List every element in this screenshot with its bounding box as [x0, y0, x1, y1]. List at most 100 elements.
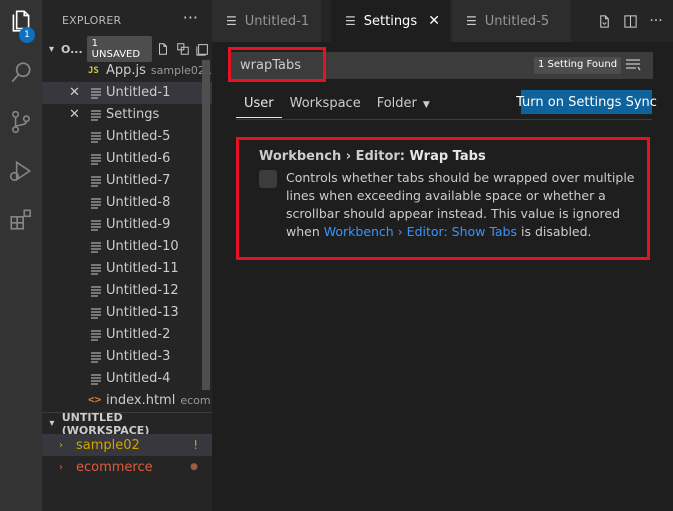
folder-tab-label: Folder — [376, 96, 417, 111]
more-actions-icon[interactable]: ··· — [647, 12, 665, 30]
file-name: Untitled-5 — [106, 129, 170, 144]
file-name: App.jssample02 ... — [106, 63, 212, 78]
file-label: Untitled-1 — [106, 85, 171, 100]
open-editor-item[interactable]: ✕ Settings — [42, 104, 212, 126]
open-settings-json-icon[interactable] — [595, 12, 613, 30]
modified-dot-icon: ● — [190, 462, 198, 472]
settings-scope-tabs: User Workspace Folder ▼ — [236, 92, 438, 118]
close-icon[interactable]: ✕ — [69, 85, 80, 100]
open-editor-item[interactable]: ✕ Untitled-1 — [42, 82, 212, 104]
file-lines-icon — [90, 263, 102, 275]
open-editor-item[interactable]: Untitled-13 — [42, 302, 212, 324]
source-control-icon[interactable] — [0, 101, 42, 143]
warning-mark: ! — [193, 438, 198, 452]
sidebar-scrollbar[interactable] — [202, 60, 210, 390]
open-editors-label: O... — [61, 42, 83, 56]
activity-bar: 1 — [0, 0, 42, 511]
explorer-sidebar: EXPLORER ··· ▾ O... 1 UNSAVED JS App.js sa… — [42, 0, 212, 511]
open-editor-item[interactable]: Untitled-2 — [42, 324, 212, 346]
open-editor-item[interactable]: Untitled-7 — [42, 170, 212, 192]
workspace-folder-ecommerce[interactable]: › ecommerce ● — [42, 456, 212, 478]
tab-untitled-5[interactable]: ☰ Untitled-5 — [452, 0, 572, 42]
chevron-down-icon: ▾ — [48, 43, 55, 55]
tab-workspace[interactable]: Workspace — [282, 92, 369, 118]
open-editor-item[interactable]: JS App.jssample02 ... — [42, 60, 212, 82]
new-untitled-file-icon[interactable] — [155, 40, 172, 58]
open-editors-header[interactable]: ▾ O... 1 UNSAVED — [42, 36, 212, 62]
divider — [236, 119, 652, 120]
file-lines-icon — [90, 219, 102, 231]
html-file-icon: <> — [88, 393, 102, 406]
open-editor-item[interactable]: <> index.html ecom... — [42, 390, 212, 412]
open-editor-item[interactable]: Untitled-6 — [42, 148, 212, 170]
file-label: App.js — [106, 63, 146, 78]
close-icon[interactable]: ✕ — [428, 13, 440, 29]
open-editor-item[interactable]: Untitled-9 — [42, 214, 212, 236]
filter-icon[interactable] — [625, 58, 641, 72]
unsaved-badge: 1 UNSAVED — [86, 36, 152, 62]
more-actions-button[interactable]: ··· — [183, 8, 198, 27]
turn-on-sync-button[interactable]: Turn on Settings Sync — [516, 90, 657, 114]
extensions-icon[interactable] — [0, 198, 42, 240]
open-editor-item[interactable]: Untitled-3 — [42, 346, 212, 368]
split-editor-icon[interactable] — [621, 12, 639, 30]
file-label: Untitled-6 — [106, 151, 171, 166]
setting-highlight-box — [236, 137, 650, 260]
file-lines-icon — [90, 329, 102, 341]
tab-user[interactable]: User — [236, 92, 282, 118]
settings-lines-icon: ☰ — [345, 14, 356, 28]
file-name: Settings — [106, 107, 159, 122]
open-editor-item[interactable]: Untitled-12 — [42, 280, 212, 302]
editor-tab-bar: ☰ Untitled-1 ☰ Settings ✕ ☰ Untitled-5 ·… — [212, 0, 673, 42]
settings-found-badge: 1 Setting Found — [534, 57, 622, 74]
file-name: Untitled-12 — [106, 283, 179, 298]
tab-settings[interactable]: ☰ Settings ✕ — [331, 0, 451, 42]
file-name: Untitled-1 — [106, 85, 170, 100]
editor-actions: ··· — [595, 0, 673, 42]
file-label: Untitled-2 — [106, 327, 171, 342]
explorer-badge: 1 — [19, 27, 35, 43]
file-label: Untitled-11 — [106, 261, 179, 276]
open-editor-item[interactable]: Untitled-4 — [42, 368, 212, 390]
workspace-header[interactable]: ▾ UNTITLED (WORKSPACE) — [42, 410, 212, 437]
file-label: Untitled-12 — [106, 283, 179, 298]
file-lines-icon — [90, 131, 102, 143]
file-name: Untitled-13 — [106, 305, 179, 320]
chevron-down-icon: ▾ — [49, 418, 55, 429]
file-lines-icon: ☰ — [226, 14, 237, 28]
file-label: index.html — [106, 393, 176, 408]
workspace-folder-sample02[interactable]: › sample02 ! — [42, 434, 212, 456]
file-label: Untitled-5 — [106, 129, 171, 144]
tab-untitled-1[interactable]: ☰ Untitled-1 — [212, 0, 322, 42]
open-editor-item[interactable]: Untitled-8 — [42, 192, 212, 214]
file-lines-icon — [90, 285, 102, 297]
save-all-icon[interactable] — [175, 40, 192, 58]
workspace-label: UNTITLED (WORKSPACE) — [61, 410, 150, 437]
tab-label: Settings — [363, 13, 418, 29]
file-lines-icon — [90, 109, 102, 121]
run-debug-icon[interactable] — [0, 150, 42, 192]
chevron-right-icon: › — [59, 461, 63, 473]
file-label: Untitled-3 — [106, 349, 171, 364]
file-label: Untitled-13 — [106, 305, 179, 320]
close-all-icon[interactable] — [195, 40, 212, 58]
search-highlight-box — [228, 47, 326, 82]
file-name: index.html ecom... — [106, 393, 212, 408]
search-icon[interactable] — [0, 52, 42, 94]
file-name: Untitled-2 — [106, 327, 170, 342]
file-name: Untitled-9 — [106, 217, 170, 232]
open-editor-item[interactable]: Untitled-11 — [42, 258, 212, 280]
chevron-right-icon: › — [59, 439, 63, 451]
file-lines-icon — [90, 307, 102, 319]
file-name: Untitled-3 — [106, 349, 170, 364]
open-editor-item[interactable]: Untitled-10 — [42, 236, 212, 258]
open-editor-item[interactable]: Untitled-5 — [42, 126, 212, 148]
file-name: Untitled-6 — [106, 151, 170, 166]
tab-folder[interactable]: Folder ▼ — [369, 92, 438, 118]
file-name: Untitled-4 — [106, 371, 170, 386]
close-icon[interactable]: ✕ — [69, 107, 80, 122]
file-label: Untitled-8 — [106, 195, 171, 210]
file-label: Untitled-9 — [106, 217, 171, 232]
file-lines-icon — [90, 87, 102, 99]
file-name: Untitled-8 — [106, 195, 170, 210]
